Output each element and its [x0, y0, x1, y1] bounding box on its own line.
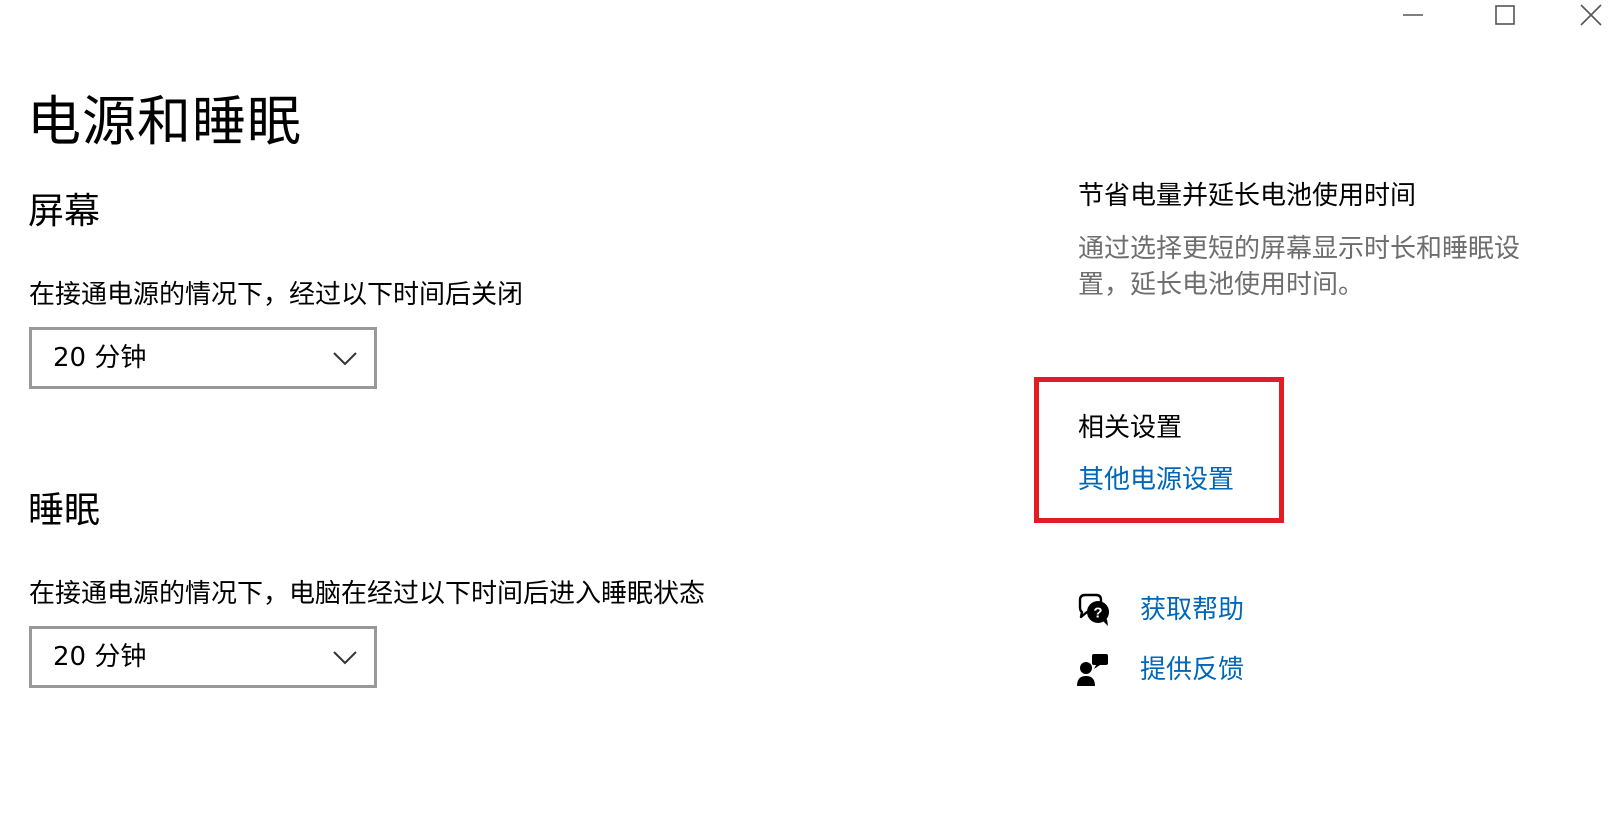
get-help-link[interactable]: 获取帮助	[1140, 592, 1244, 628]
power-sleep-settings-window: 电源和睡眠 屏幕 在接通电源的情况下，经过以下时间后关闭 20 分钟 睡眠 在接…	[0, 0, 1614, 840]
chevron-down-icon	[333, 352, 357, 366]
sleep-dropdown[interactable]: 20 分钟	[29, 626, 377, 688]
screen-section-title: 屏幕	[28, 191, 101, 232]
battery-tip-title: 节省电量并延长电池使用时间	[1078, 181, 1417, 211]
page-title: 电源和睡眠	[27, 90, 302, 153]
maximize-icon	[1495, 5, 1515, 25]
related-settings-title: 相关设置	[1078, 413, 1183, 443]
feedback-person-icon	[1076, 652, 1112, 688]
other-power-settings-link[interactable]: 其他电源设置	[1078, 462, 1234, 498]
chevron-down-icon	[333, 651, 357, 665]
feedback-link[interactable]: 提供反馈	[1140, 652, 1244, 688]
close-button[interactable]	[1568, 0, 1614, 30]
maximize-button[interactable]	[1482, 0, 1528, 30]
screen-off-dropdown[interactable]: 20 分钟	[29, 327, 377, 389]
close-icon	[1580, 4, 1602, 26]
highlight-box	[1034, 377, 1284, 523]
screen-off-value: 20 分钟	[53, 343, 147, 373]
svg-text:?: ?	[1093, 605, 1102, 622]
help-chat-icon: ?	[1076, 592, 1112, 628]
get-help-row[interactable]: ? 获取帮助	[1076, 590, 1244, 630]
sleep-value: 20 分钟	[53, 642, 147, 672]
minimize-button[interactable]	[1390, 0, 1436, 30]
sleep-label: 在接通电源的情况下，电脑在经过以下时间后进入睡眠状态	[29, 579, 706, 609]
sleep-section-title: 睡眠	[28, 490, 101, 531]
feedback-row[interactable]: 提供反馈	[1076, 650, 1244, 690]
minimize-icon	[1403, 14, 1423, 16]
screen-off-label: 在接通电源的情况下，经过以下时间后关闭	[29, 280, 524, 310]
battery-tip-text: 通过选择更短的屏幕显示时长和睡眠设置，延长电池使用时间。	[1078, 234, 1521, 300]
